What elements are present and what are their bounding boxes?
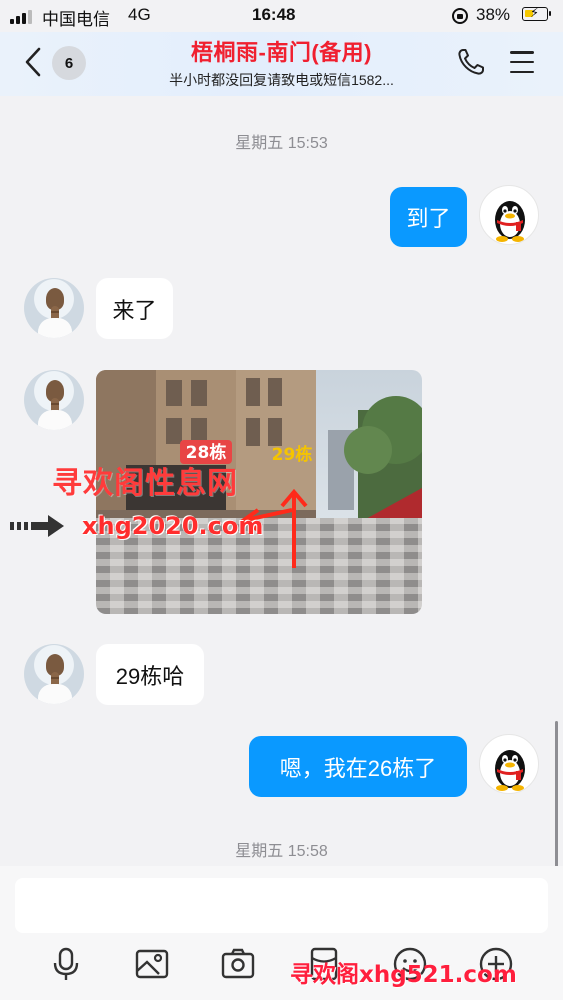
camera-icon[interactable] (220, 946, 256, 982)
contact-avatar[interactable] (24, 278, 84, 338)
qq-penguin-icon (495, 201, 525, 242)
image-icon[interactable] (134, 946, 170, 982)
self-avatar[interactable] (479, 185, 539, 245)
network-label: 4G (128, 5, 151, 24)
charging-icon: ⚡ (530, 5, 540, 20)
timestamp: 星期五 15:53 (235, 135, 328, 152)
message-bubble-incoming[interactable]: 29栋哈 (96, 644, 204, 705)
status-bar: 中国电信 4G 16:48 38% ⚡ (0, 0, 563, 32)
scrollbar[interactable] (555, 721, 558, 869)
phone-icon[interactable] (456, 47, 486, 77)
contact-avatar[interactable] (24, 644, 84, 704)
message-input[interactable] (15, 878, 548, 933)
watermark-text: 寻欢阁性息网 (52, 466, 238, 501)
signal-icon (10, 10, 32, 24)
qq-penguin-icon (495, 750, 525, 791)
arrow-icon (10, 515, 64, 537)
photo-label-29: 29栋 (272, 444, 313, 465)
watermark-footer: 寻欢阁xhg521.com (290, 962, 517, 988)
contact-avatar[interactable] (24, 370, 84, 430)
clock: 16:48 (252, 5, 296, 24)
watermark-url: xhg2020.com (82, 512, 264, 540)
menu-icon[interactable] (510, 51, 534, 73)
message-bubble-incoming[interactable]: 来了 (96, 278, 173, 339)
message-bubble-outgoing[interactable]: 嗯，我在26栋了 (249, 736, 467, 797)
microphone-icon[interactable] (48, 946, 84, 982)
timestamp: 星期五 15:58 (235, 843, 328, 860)
battery-percent: 38% (476, 5, 511, 24)
rotation-lock-icon (452, 8, 468, 24)
carrier-label: 中国电信 (42, 10, 110, 29)
message-bubble-outgoing[interactable]: 到了 (390, 187, 467, 247)
self-avatar[interactable] (479, 734, 539, 794)
chat-header: 6 梧桐雨-南门(备用) 半小时都没回复请致电或短信1582... (0, 32, 563, 96)
